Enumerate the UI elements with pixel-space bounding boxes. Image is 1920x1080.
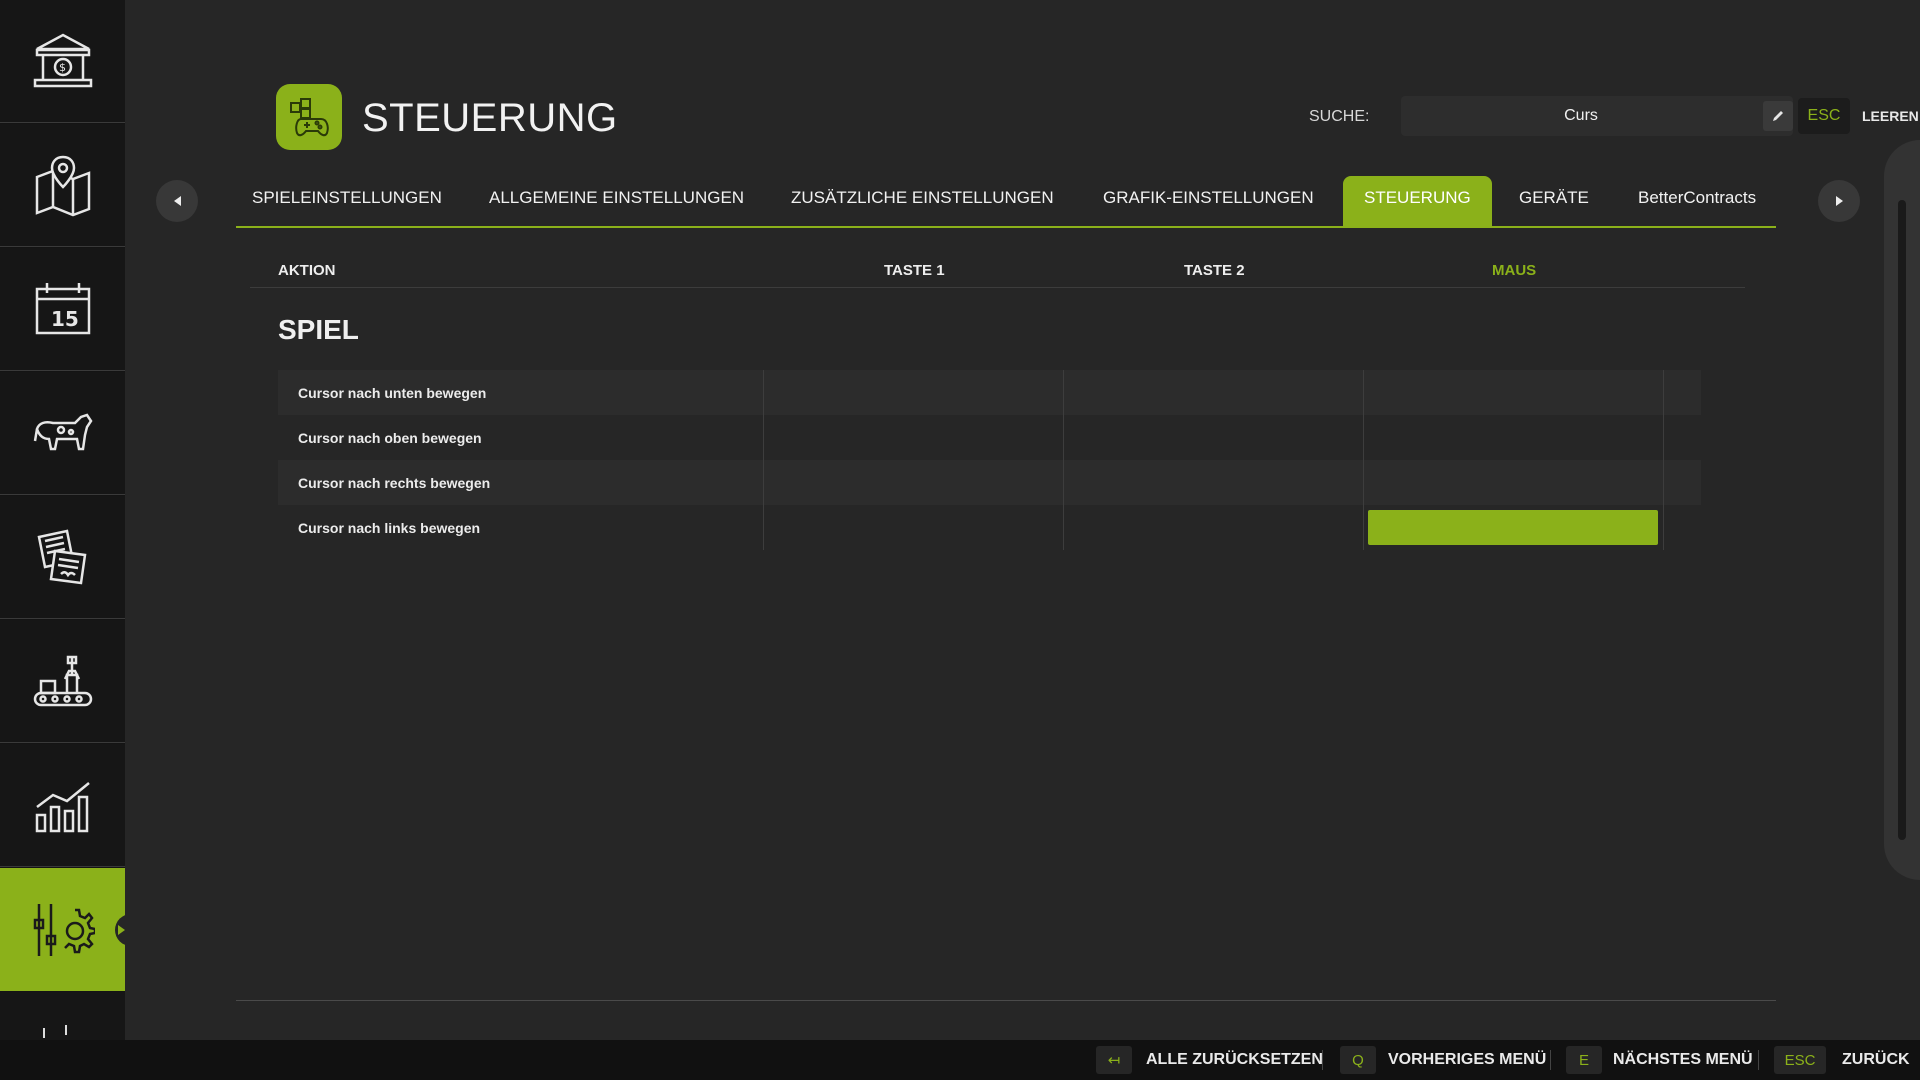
clear-search-button[interactable]: LEEREN [1862,108,1919,124]
column-header-key2: TASTE 2 [1184,262,1245,279]
footer-separator [1322,1050,1323,1070]
tab-devices[interactable]: GERÄTE [1519,176,1589,226]
esc-key-hint-footer: ESC [1774,1046,1826,1074]
calendar-icon: 15 [35,283,90,335]
settings-icon [33,903,95,956]
header-divider [250,287,1745,288]
statistics-icon [35,782,90,833]
column-header-key1: TASTE 1 [884,262,945,279]
tab-next-button[interactable] [1818,180,1860,222]
sidebar-item-map[interactable] [0,124,125,247]
column-header-action: AKTION [278,262,336,279]
gamepad-icon [276,84,342,150]
previous-menu-button[interactable]: VORHERIGES MENÜ [1388,1051,1546,1069]
sidebar-item-finances[interactable]: $ [0,0,125,123]
contracts-icon [37,529,86,585]
sidebar-item-production[interactable] [0,620,125,743]
mouse-binding-cell-selected[interactable] [1368,510,1658,545]
reset-all-button[interactable]: ALLE ZURÜCKSETZEN [1146,1051,1323,1069]
column-divider [1663,370,1664,550]
search-box [1401,96,1793,136]
action-label: Cursor nach rechts bewegen [298,475,491,491]
chevron-right-icon [1835,196,1843,206]
tab-graphics-settings[interactable]: GRAFIK-EINSTELLUNGEN [1103,176,1314,226]
pencil-icon [1773,111,1783,121]
reset-key-hint: ↤ [1096,1046,1132,1074]
action-label: Cursor nach oben bewegen [298,430,482,446]
column-header-mouse: MAUS [1492,262,1537,279]
table-row[interactable]: Cursor nach oben bewegen [278,415,1701,460]
tab-game-settings[interactable]: SPIELEINSTELLUNGEN [252,176,442,226]
cow-icon [33,413,93,451]
q-key-hint: Q [1340,1046,1376,1074]
tab-prev-button[interactable] [156,180,198,222]
sidebar-item-statistics[interactable] [0,744,125,867]
active-indicator [115,914,135,946]
sidebar-item-animals[interactable] [0,372,125,495]
search-label: SUCHE: [1309,108,1370,125]
content-bottom-divider [236,1000,1776,1001]
sidebar-item-settings[interactable] [0,868,135,991]
sidebar-item-calendar[interactable]: 15 [0,248,125,371]
action-label: Cursor nach links bewegen [298,520,481,536]
bank-icon: $ [33,33,92,88]
table-row[interactable]: Cursor nach unten bewegen [278,370,1701,415]
tab-additional-settings[interactable]: ZUSÄTZLICHE EINSTELLUNGEN [791,176,1054,226]
edit-button[interactable] [1763,101,1793,131]
section-title: SPIEL [278,314,359,345]
page-title: STEUERUNG [362,96,618,140]
next-menu-button[interactable]: NÄCHSTES MENÜ [1613,1051,1753,1069]
table-row[interactable]: Cursor nach rechts bewegen [278,460,1701,505]
tab-controls[interactable]: STEUERUNG [1343,176,1492,226]
sidebar-item-contracts[interactable] [0,496,125,619]
sidebar: $ 15 [0,0,135,1040]
footer-separator [1550,1050,1551,1070]
tab-general-settings[interactable]: ALLGEMEINE EINSTELLUNGEN [489,176,744,226]
column-divider [763,370,764,550]
map-icon [35,155,90,217]
sidebar-item-partial [0,992,125,1040]
tab-bettercontracts[interactable]: BetterContracts [1638,176,1756,226]
search-input[interactable] [1401,96,1761,136]
back-button[interactable]: ZURÜCK [1842,1051,1910,1069]
chevron-left-icon [173,196,181,206]
column-divider [1363,370,1364,550]
svg-text:$: $ [59,61,66,74]
tab-bar: SPIELEINSTELLUNGEN ALLGEMEINE EINSTELLUN… [236,176,1776,228]
scrollbar[interactable] [1898,200,1906,840]
svg-text:15: 15 [51,307,79,331]
e-key-hint: E [1566,1046,1602,1074]
production-icon [33,655,92,707]
footer-separator [1758,1050,1759,1070]
action-label: Cursor nach unten bewegen [298,385,487,401]
column-divider [1063,370,1064,550]
esc-key-hint[interactable]: ESC [1798,98,1850,134]
